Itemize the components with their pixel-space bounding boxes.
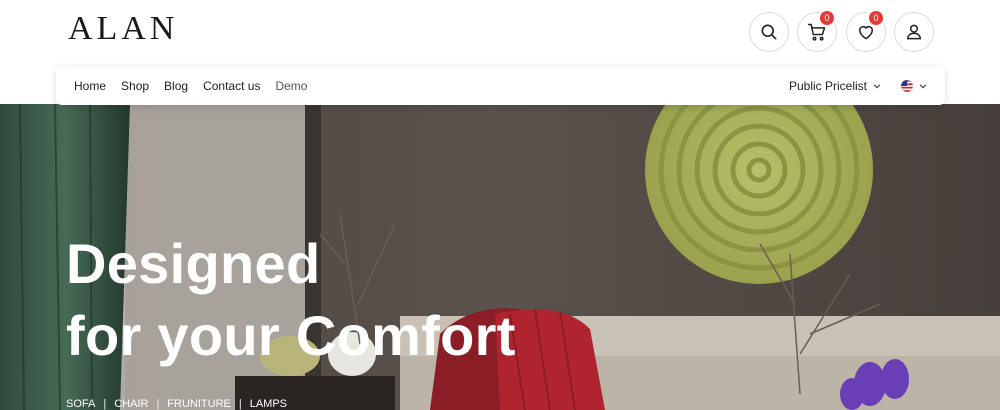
category-separator: | — [238, 398, 242, 410]
category-separator: | — [103, 398, 107, 410]
hero-headline-line-1: Designed — [66, 232, 321, 295]
category-link-furniture[interactable]: FRUNITURE — [167, 398, 231, 410]
chevron-down-icon — [919, 84, 927, 89]
nav-item-home[interactable]: Home — [74, 79, 106, 93]
category-separator: | — [156, 398, 160, 410]
account-button[interactable] — [894, 12, 934, 52]
us-flag-icon — [901, 80, 913, 92]
heart-icon — [859, 26, 873, 40]
nav-menu: Home Shop Blog Contact us Demo — [74, 79, 322, 93]
wishlist-count-badge: 0 — [869, 11, 883, 25]
user-icon — [906, 24, 922, 40]
hero-headline-line-2: for your Comfort — [66, 304, 516, 367]
main-navigation: Home Shop Blog Contact us Demo Public Pr… — [56, 67, 945, 105]
nav-item-shop[interactable]: Shop — [121, 79, 149, 93]
cart-count-badge: 0 — [820, 11, 834, 25]
nav-item-contact-us[interactable]: Contact us — [203, 79, 260, 93]
pricelist-dropdown[interactable]: Public Pricelist — [789, 79, 881, 93]
cart-button[interactable]: 0 — [797, 11, 837, 52]
nav-right-controls: Public Pricelist — [789, 67, 927, 105]
brand-logo[interactable]: ALAN — [68, 10, 178, 48]
chevron-down-icon — [873, 84, 881, 89]
hero-headline: Designed for your Comfort — [66, 228, 516, 372]
search-icon — [761, 24, 777, 40]
language-dropdown[interactable] — [901, 80, 927, 92]
nav-item-demo[interactable]: Demo — [275, 79, 307, 93]
hero-category-links: SOFA | CHAIR | FRUNITURE | LAMPS — [66, 398, 287, 410]
category-link-sofa[interactable]: SOFA — [66, 398, 95, 410]
pricelist-label: Public Pricelist — [788, 79, 867, 93]
search-button[interactable] — [749, 12, 789, 52]
cart-icon — [807, 23, 826, 41]
category-link-lamps[interactable]: LAMPS — [250, 398, 287, 410]
category-link-chair[interactable]: CHAIR — [114, 398, 148, 410]
nav-item-blog[interactable]: Blog — [164, 79, 188, 93]
wishlist-button[interactable]: 0 — [846, 11, 886, 52]
